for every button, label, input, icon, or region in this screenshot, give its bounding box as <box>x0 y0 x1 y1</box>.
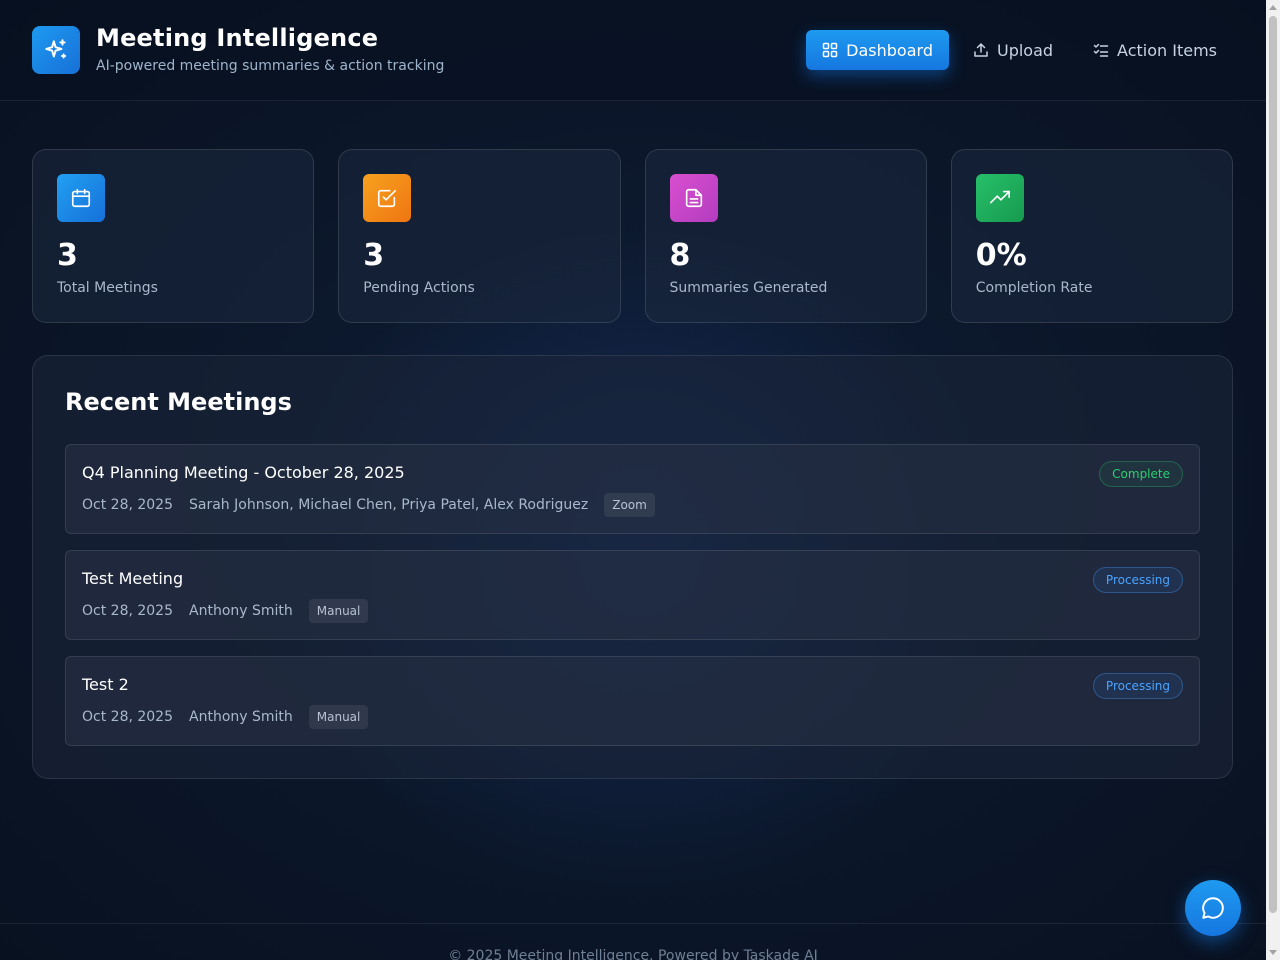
nav-dashboard-button[interactable]: Dashboard <box>806 30 949 70</box>
main-nav: Dashboard Upload Action Items <box>806 30 1233 70</box>
calendar-icon <box>57 174 105 222</box>
meeting-title: Test 2 <box>82 675 129 694</box>
meeting-date: Oct 28, 2025 <box>82 709 173 725</box>
chat-button[interactable] <box>1185 880 1241 936</box>
stat-label: Total Meetings <box>57 280 158 296</box>
recent-meetings-title: Recent Meetings <box>65 388 292 416</box>
nav-dashboard-label: Dashboard <box>846 40 933 60</box>
grid-icon <box>822 42 838 58</box>
sparkles-icon <box>32 26 80 74</box>
footer-divider <box>0 923 1266 924</box>
upload-icon <box>974 43 988 57</box>
app-subtitle: AI-powered meeting summaries & action tr… <box>96 58 445 74</box>
meeting-date: Oct 28, 2025 <box>82 497 173 513</box>
stat-card-total-meetings: 3 Total Meetings <box>32 149 315 323</box>
meeting-row[interactable]: Q4 Planning Meeting - October 28, 2025 O… <box>65 444 1200 534</box>
checklist-icon <box>1093 43 1109 57</box>
chat-bubble-icon <box>1202 897 1224 919</box>
meeting-participants: Anthony Smith <box>189 603 293 619</box>
meeting-meta: Oct 28, 2025 Anthony Smith Manual <box>82 705 369 729</box>
stat-card-completion-rate: 0% Completion Rate <box>950 149 1233 323</box>
meeting-meta: Oct 28, 2025 Sarah Johnson, Michael Chen… <box>82 493 655 517</box>
stat-card-pending-actions: 3 Pending Actions <box>338 149 621 323</box>
stat-card-summaries-generated: 8 Summaries Generated <box>644 149 927 323</box>
page: Meeting Intelligence AI-powered meeting … <box>0 0 1266 960</box>
stat-value: 3 <box>57 238 78 273</box>
trending-up-icon <box>975 174 1024 222</box>
stat-value: 3 <box>363 238 385 273</box>
checkbox-icon <box>363 174 412 222</box>
scroll-down-arrow-icon[interactable] <box>1266 946 1280 960</box>
document-icon <box>669 174 718 222</box>
meeting-participants: Sarah Johnson, Michael Chen, Priya Patel… <box>189 497 589 513</box>
meeting-source-tag: Manual <box>308 705 369 729</box>
stat-value: 0% <box>975 238 1027 273</box>
meeting-title: Test Meeting <box>82 569 184 588</box>
status-badge: Processing <box>1092 673 1183 699</box>
status-badge: Processing <box>1092 567 1183 593</box>
stat-label: Summaries Generated <box>669 280 828 296</box>
meeting-source-tag: Manual <box>308 599 369 623</box>
scroll-up-arrow-icon[interactable] <box>1266 0 1280 14</box>
meeting-row[interactable]: Test Meeting Oct 28, 2025 Anthony Smith … <box>65 550 1200 640</box>
stat-label: Pending Actions <box>363 280 475 296</box>
scroll-thumb[interactable] <box>1269 16 1277 913</box>
meeting-title: Q4 Planning Meeting - October 28, 2025 <box>82 463 405 482</box>
page-scrollbar[interactable] <box>1266 0 1280 960</box>
stat-label: Completion Rate <box>975 280 1093 296</box>
meeting-row[interactable]: Test 2 Oct 28, 2025 Anthony Smith Manual… <box>65 656 1200 746</box>
nav-upload-button[interactable]: Upload <box>957 30 1069 70</box>
stats-row: 3 Total Meetings 3 Pending Actions 8 Sum… <box>32 149 1233 323</box>
footer-text: © 2025 Meeting Intelligence. Powered by … <box>448 948 818 960</box>
meeting-date: Oct 28, 2025 <box>82 603 173 619</box>
meeting-participants: Anthony Smith <box>189 709 293 725</box>
nav-action-items-button[interactable]: Action Items <box>1077 30 1233 70</box>
stat-value: 8 <box>669 238 691 273</box>
nav-action-items-label: Action Items <box>1117 40 1217 60</box>
meeting-source-tag: Zoom <box>604 493 655 517</box>
app-header: Meeting Intelligence AI-powered meeting … <box>0 0 1266 101</box>
app-title: Meeting Intelligence <box>96 24 379 52</box>
meeting-meta: Oct 28, 2025 Anthony Smith Manual <box>82 599 369 623</box>
nav-upload-label: Upload <box>996 40 1054 60</box>
recent-meetings-panel: Recent Meetings Q4 Planning Meeting - Oc… <box>32 355 1233 779</box>
status-badge: Complete <box>1099 461 1183 487</box>
